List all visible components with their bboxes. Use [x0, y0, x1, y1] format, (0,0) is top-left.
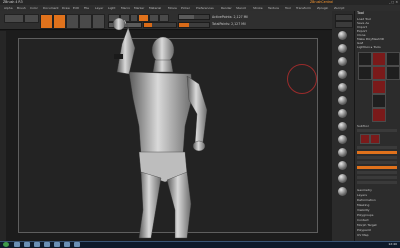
menu-item-brush[interactable]: Brush — [17, 6, 26, 10]
tool-thumbnail[interactable] — [386, 52, 400, 66]
tool-thumbnail[interactable] — [358, 66, 372, 80]
taskbar-app-icon[interactable] — [14, 242, 20, 247]
morph-target-section[interactable]: Morph Target — [357, 223, 377, 227]
material-sphere-icon[interactable] — [338, 161, 347, 170]
material-sphere-icon[interactable] — [338, 109, 347, 118]
windows-taskbar — [0, 241, 400, 248]
tool-thumbnail[interactable] — [372, 94, 386, 108]
geometry-section[interactable]: Geometry — [357, 188, 372, 192]
material-sphere-icon[interactable] — [338, 70, 347, 79]
menu-item-color[interactable]: Color — [30, 6, 38, 10]
polypaint-section[interactable]: Polypaint — [357, 228, 371, 232]
menu-item-document[interactable]: Document — [43, 6, 59, 10]
active-subtool-row[interactable] — [357, 151, 397, 154]
tool-thumbnail[interactable] — [386, 66, 400, 80]
shelf-button[interactable] — [335, 14, 353, 21]
total-points: TotalPoints: 2,127 Mil — [212, 22, 246, 26]
material-sphere-icon[interactable] — [338, 96, 347, 105]
start-icon[interactable] — [3, 242, 9, 247]
tool-palette-title: Tool — [357, 11, 364, 15]
system-clock: 12:40 — [388, 242, 397, 246]
material-sphere-icon[interactable] — [338, 57, 347, 66]
menu-item-file[interactable]: File — [84, 6, 89, 10]
draw-button[interactable] — [53, 14, 66, 29]
active-subtool-row[interactable] — [357, 166, 397, 169]
polygroups-section[interactable]: Polygroups — [357, 213, 373, 217]
brush-cursor — [287, 64, 317, 94]
material-sphere-icon[interactable] — [338, 135, 347, 144]
tool-thumbnail[interactable] — [372, 52, 386, 66]
app-title: ZBrush 4 R3 — [3, 0, 23, 4]
subtool-section[interactable]: SubTool — [357, 124, 369, 128]
subtool-row[interactable] — [357, 161, 397, 164]
taskbar-app-icon[interactable] — [54, 242, 60, 247]
deformation-section[interactable]: Deformation — [357, 198, 376, 202]
tool-thumbnail[interactable] — [372, 108, 386, 122]
subtool-row[interactable] — [357, 181, 397, 184]
subtool-row[interactable] — [357, 171, 397, 174]
contact-section[interactable]: Contact — [357, 218, 369, 222]
shelf-button[interactable] — [335, 21, 353, 28]
material-sphere-icon[interactable] — [338, 31, 347, 40]
lightbox-tools-button[interactable]: Lightbox ▸ Tools — [357, 45, 381, 49]
material-sphere-icon[interactable] — [338, 187, 347, 196]
visibility-section[interactable]: Visibility — [357, 208, 370, 212]
active-points: ActivePoints: 2,127 Mil — [212, 15, 249, 19]
menu-item-preferences[interactable]: Preferences — [196, 6, 214, 10]
material-sphere-icon[interactable] — [338, 122, 347, 131]
uv-map-section[interactable]: UV Map — [357, 233, 369, 237]
sculpt-model[interactable] — [95, 14, 215, 240]
subtool-row[interactable] — [357, 156, 397, 159]
menu-item-render[interactable]: Render — [221, 6, 232, 10]
taskbar-app-icon[interactable] — [34, 242, 40, 247]
right-shelf — [332, 11, 354, 241]
menu-item-zplugin[interactable]: Zplugin — [317, 6, 328, 10]
menu-item-texture[interactable]: Texture — [268, 6, 279, 10]
taskbar-app-icon[interactable] — [24, 242, 30, 247]
material-sphere-icon[interactable] — [338, 44, 347, 53]
move-button[interactable] — [66, 14, 79, 29]
layers-section[interactable]: Layers — [357, 193, 367, 197]
menu-item-light[interactable]: Light — [108, 6, 116, 10]
subtool-thumbnail[interactable] — [360, 134, 370, 144]
window-controls[interactable]: _ □ × — [389, 0, 398, 4]
taskbar-app-icon[interactable] — [44, 242, 50, 247]
scale-button[interactable] — [79, 14, 92, 29]
tool-thumbnail[interactable] — [372, 80, 386, 94]
menu-item-layer[interactable]: Layer — [95, 6, 103, 10]
menu-item-draw[interactable]: Draw — [62, 6, 70, 10]
subtool-row[interactable] — [357, 129, 397, 132]
material-sphere-icon[interactable] — [338, 83, 347, 92]
taskbar-app-icon[interactable] — [74, 242, 80, 247]
lightbox-button[interactable] — [24, 14, 39, 23]
menu-item-stencil[interactable]: Stencil — [236, 6, 246, 10]
menu-item-tool[interactable]: Tool — [285, 6, 291, 10]
zbrushcentral-link[interactable]: ZBrushCentral — [310, 0, 333, 4]
subtool-row[interactable] — [357, 146, 397, 149]
menu-item-marker[interactable]: Marker — [134, 6, 144, 10]
material-sphere-icon[interactable] — [338, 148, 347, 157]
menu-item-picker[interactable]: Picker — [181, 6, 190, 10]
subtool-row[interactable] — [357, 176, 397, 179]
edit-button[interactable] — [40, 14, 53, 29]
taskbar-app-icon[interactable] — [64, 242, 70, 247]
menu-item-stroke[interactable]: Stroke — [253, 6, 263, 10]
masking-section[interactable]: Masking — [357, 203, 369, 207]
tool-thumbnail[interactable] — [358, 52, 372, 66]
menu-item-macro[interactable]: Macro — [121, 6, 130, 10]
menu-item-material[interactable]: Material — [149, 6, 161, 10]
menu-item-transform[interactable]: Transform — [296, 6, 311, 10]
menu-item-movie[interactable]: Movie — [168, 6, 177, 10]
material-sphere-icon[interactable] — [338, 174, 347, 183]
menu-item-zscript[interactable]: Zscript — [334, 6, 344, 10]
menu-item-edit[interactable]: Edit — [73, 6, 79, 10]
projection-master-button[interactable] — [4, 14, 24, 23]
menu-item-alpha[interactable]: Alpha — [4, 6, 13, 10]
subtool-thumbnail[interactable] — [370, 134, 380, 144]
tool-thumbnail[interactable] — [372, 66, 386, 80]
